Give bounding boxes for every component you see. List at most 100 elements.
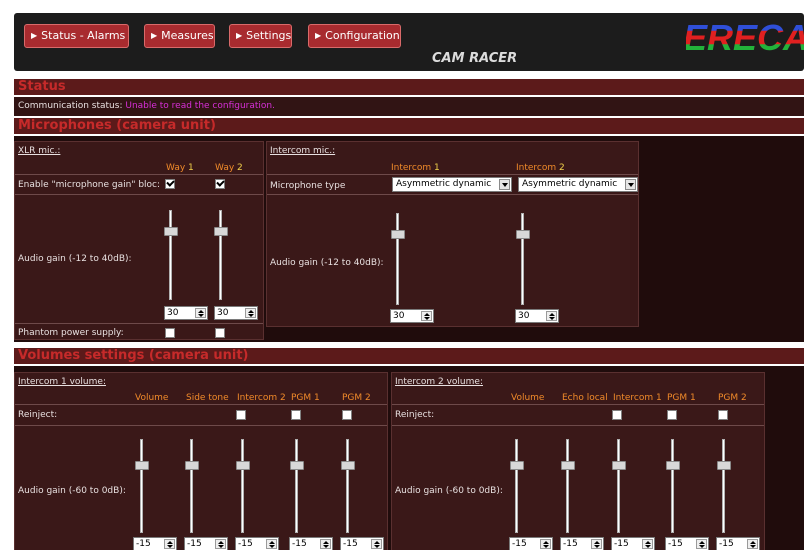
nav-configuration-button[interactable]: ▶ Configuration <box>308 24 401 48</box>
col-header-pgm1: PGM 1 <box>667 393 696 403</box>
slider-thumb[interactable] <box>135 461 149 470</box>
ic2-intercom1-spinbox[interactable]: -15 <box>611 537 655 550</box>
phantom-power-label: Phantom power supply: <box>18 328 124 338</box>
slider-track <box>671 439 674 533</box>
ic1-pgm1-spinbox[interactable]: -15 <box>289 537 333 550</box>
col-header-intercom1: Intercom 1 <box>613 393 662 403</box>
spin-arrows-icon[interactable] <box>546 311 557 321</box>
reinject-pgm2-checkbox[interactable] <box>342 410 352 420</box>
spin-arrows-icon[interactable] <box>591 539 602 549</box>
intercom2-mic-type-select[interactable]: Asymmetric dynamic <box>518 177 638 192</box>
divider <box>15 174 263 175</box>
intercom1-volume-panel: Intercom 1 volume: Volume Side tone Inte… <box>14 372 388 550</box>
spin-arrows-icon[interactable] <box>747 539 758 549</box>
slider-thumb[interactable] <box>164 227 178 236</box>
intercom1-mic-type-select[interactable]: Asymmetric dynamic <box>392 177 512 192</box>
ic1-intercom2-spinbox[interactable]: -15 <box>235 537 279 550</box>
slider-thumb[interactable] <box>516 230 530 239</box>
xlr-way1-gain-spinbox[interactable]: 30 <box>164 306 208 320</box>
ic1-pgm1-slider[interactable] <box>290 439 304 533</box>
device-name: CAM RACER <box>432 51 518 66</box>
ic2-pgm1-slider[interactable] <box>666 439 680 533</box>
ic2-pgm2-spinbox[interactable]: -15 <box>716 537 760 550</box>
reinject-pgm1-checkbox[interactable] <box>291 410 301 420</box>
divider <box>392 425 764 426</box>
ic2-volume-spinbox[interactable]: -15 <box>509 537 553 550</box>
spin-arrows-icon[interactable] <box>696 539 707 549</box>
slider-track <box>295 439 298 533</box>
play-arrow-icon: ▶ <box>315 31 322 40</box>
spin-arrows-icon[interactable] <box>164 539 175 549</box>
col-header-pgm2: PGM 2 <box>342 393 371 403</box>
ic1-pgm2-spinbox[interactable]: -15 <box>340 537 384 550</box>
spin-arrows-icon[interactable] <box>195 308 206 318</box>
nav-measures-button[interactable]: ▶ Measures <box>144 24 215 48</box>
enable-gain-way2-checkbox[interactable] <box>215 179 225 189</box>
volumes-section-bar: Volumes settings (camera unit) <box>14 348 804 364</box>
reinject-intercom1-checkbox[interactable] <box>612 410 622 420</box>
reinject-pgm2-checkbox[interactable] <box>718 410 728 420</box>
dropdown-arrow-icon[interactable] <box>499 179 510 190</box>
phantom-way2-checkbox[interactable] <box>215 328 225 338</box>
spin-arrows-icon[interactable] <box>421 311 432 321</box>
spin-value: 30 <box>518 311 530 321</box>
microphones-section-bar: Microphones (camera unit) <box>14 118 804 134</box>
intercom2-gain-slider[interactable] <box>516 213 530 305</box>
spin-value: -15 <box>563 539 578 549</box>
ic1-pgm2-slider[interactable] <box>341 439 355 533</box>
xlr-way1-gain-slider[interactable] <box>164 210 178 300</box>
xlr-mic-panel: XLR mic.: Way 1 Way 2 Enable "microphone… <box>14 141 264 340</box>
ic2-echo-local-spinbox[interactable]: -15 <box>560 537 604 550</box>
phantom-way1-checkbox[interactable] <box>165 328 175 338</box>
ic1-side-tone-spinbox[interactable]: -15 <box>184 537 228 550</box>
spin-arrows-icon[interactable] <box>320 539 331 549</box>
spin-arrows-icon[interactable] <box>540 539 551 549</box>
intercom1-gain-spinbox[interactable]: 30 <box>390 309 434 323</box>
nav-settings-button[interactable]: ▶ Settings <box>229 24 292 48</box>
spin-arrows-icon[interactable] <box>642 539 653 549</box>
spin-arrows-icon[interactable] <box>245 308 256 318</box>
ic1-intercom2-slider[interactable] <box>236 439 250 533</box>
slider-thumb[interactable] <box>185 461 199 470</box>
slider-thumb[interactable] <box>561 461 575 470</box>
slider-thumb[interactable] <box>290 461 304 470</box>
select-value: Asymmetric dynamic <box>396 179 492 189</box>
slider-thumb[interactable] <box>391 230 405 239</box>
ic2-echo-local-slider[interactable] <box>561 439 575 533</box>
play-arrow-icon: ▶ <box>151 31 158 40</box>
xlr-way2-gain-slider[interactable] <box>214 210 228 300</box>
spin-arrows-icon[interactable] <box>371 539 382 549</box>
slider-thumb[interactable] <box>341 461 355 470</box>
slider-track <box>346 439 349 533</box>
divider <box>267 174 638 175</box>
slider-thumb[interactable] <box>612 461 626 470</box>
xlr-mic-title: XLR mic.: <box>18 146 61 156</box>
slider-thumb[interactable] <box>214 227 228 236</box>
xlr-audio-gain-label: Audio gain (-12 to 40dB): <box>18 254 132 264</box>
reinject-intercom2-checkbox[interactable] <box>236 410 246 420</box>
ic2-pgm1-spinbox[interactable]: -15 <box>665 537 709 550</box>
slider-thumb[interactable] <box>510 461 524 470</box>
ic2-intercom1-slider[interactable] <box>612 439 626 533</box>
ic2-pgm2-slider[interactable] <box>717 439 731 533</box>
xlr-way2-gain-spinbox[interactable]: 30 <box>214 306 258 320</box>
microphone-type-label: Microphone type <box>270 181 346 191</box>
slider-thumb[interactable] <box>666 461 680 470</box>
ic1-volume-spinbox[interactable]: -15 <box>133 537 177 550</box>
col-header-volume: Volume <box>135 393 169 403</box>
ic1-side-tone-slider[interactable] <box>185 439 199 533</box>
intercom1-gain-slider[interactable] <box>391 213 405 305</box>
divider <box>15 404 387 405</box>
dropdown-arrow-icon[interactable] <box>625 179 636 190</box>
slider-thumb[interactable] <box>236 461 250 470</box>
slider-thumb[interactable] <box>717 461 731 470</box>
intercom2-gain-spinbox[interactable]: 30 <box>515 309 559 323</box>
nav-status-alarms-button[interactable]: ▶ Status - Alarms <box>24 24 129 48</box>
ic1-volume-slider[interactable] <box>135 439 149 533</box>
spin-arrows-icon[interactable] <box>266 539 277 549</box>
reinject-pgm1-checkbox[interactable] <box>667 410 677 420</box>
spin-arrows-icon[interactable] <box>215 539 226 549</box>
enable-gain-way1-checkbox[interactable] <box>165 179 175 189</box>
ic2-volume-slider[interactable] <box>510 439 524 533</box>
col-header-pgm1: PGM 1 <box>291 393 320 403</box>
